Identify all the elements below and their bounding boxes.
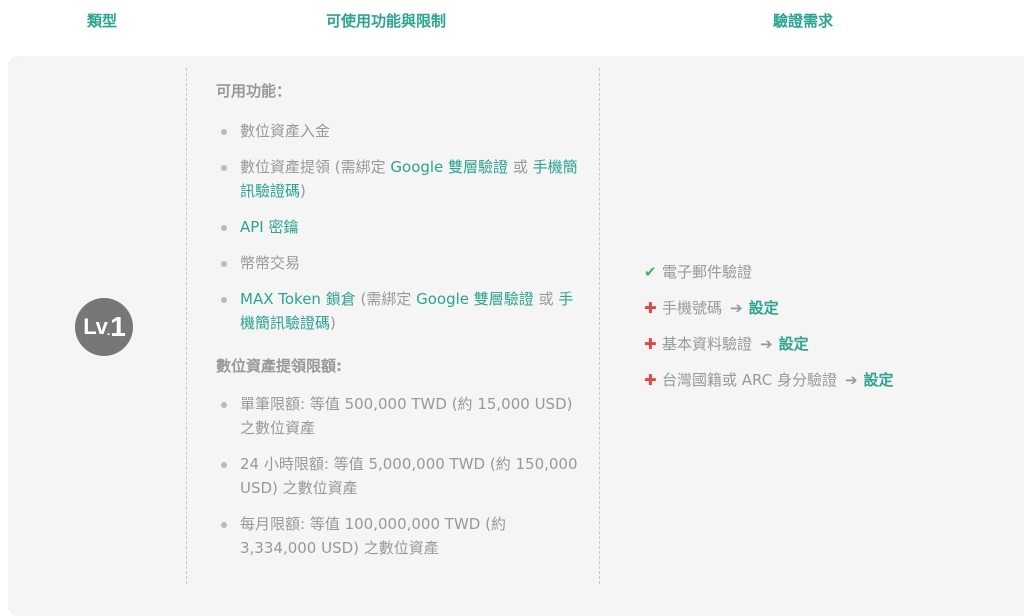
max-token-lock-link[interactable]: MAX Token 鎖倉 <box>240 290 356 308</box>
feature-lock: MAX Token 鎖倉 (需綁定 Google 雙層驗證 或 手機簡訊驗證碼) <box>216 287 586 335</box>
lock-pre: (需綁定 <box>355 290 417 308</box>
features-title: 可用功能： <box>216 82 292 100</box>
feature-trade-text: 幣幣交易 <box>240 254 301 272</box>
req-profile-label: 基本資料驗證 <box>662 335 753 353</box>
withdraw-mid: 或 <box>508 158 533 176</box>
limits-list: 單筆限額: 等值 500,000 TWD (約 15,000 USD) 之數位資… <box>216 392 586 560</box>
features-column: 可用功能： 數位資產入金 數位資產提領 (需綁定 Google 雙層驗證 或 手… <box>216 80 586 560</box>
limits-title: 數位資產提領限額: <box>216 357 342 375</box>
set-identity-link[interactable]: 設定 <box>864 371 894 389</box>
divider-left <box>186 68 187 584</box>
lock-mid: 或 <box>533 290 559 308</box>
withdraw-post: ) <box>300 182 306 200</box>
badge-dot: . <box>106 324 111 338</box>
requirements-column: ✔ 電子郵件驗證 ✚ 手機號碼 ➔ 設定 ✚ 基本資料驗證 ➔ 設定 ✚ 台灣國籍或 ARC 身… <box>644 260 894 404</box>
limit-item: 每月限額: 等值 100,000,000 TWD (約 3,334,000 US… <box>216 512 586 560</box>
limit-item: 24 小時限額: 等值 5,000,000 TWD (約 150,000 USD… <box>216 452 586 500</box>
set-profile-link[interactable]: 設定 <box>779 335 809 353</box>
req-email: ✔ 電子郵件驗證 <box>644 260 894 284</box>
set-phone-link[interactable]: 設定 <box>749 299 779 317</box>
feature-deposit: 數位資產入金 <box>216 119 586 143</box>
header-type: 類型 <box>87 12 118 30</box>
level-badge: Lv. 1 <box>75 298 133 356</box>
feature-trade: 幣幣交易 <box>216 251 586 275</box>
arrow-right-icon: ➔ <box>844 371 858 389</box>
feature-deposit-text: 數位資產入金 <box>240 122 331 140</box>
features-list: 數位資產入金 數位資產提領 (需綁定 Google 雙層驗證 或 手機簡訊驗證碼… <box>216 119 586 335</box>
req-phone: ✚ 手機號碼 ➔ 設定 <box>644 296 894 320</box>
feature-withdraw: 數位資產提領 (需綁定 Google 雙層驗證 或 手機簡訊驗證碼) <box>216 155 586 203</box>
table-header: 類型 可使用功能與限制 驗證需求 <box>0 0 1024 56</box>
arrow-right-icon: ➔ <box>760 335 773 353</box>
req-profile: ✚ 基本資料驗證 ➔ 設定 <box>644 332 894 356</box>
badge-num: 1 <box>110 311 126 342</box>
plus-icon: ✚ <box>644 335 657 353</box>
api-key-link[interactable]: API 密鑰 <box>240 218 299 236</box>
limit-item: 單筆限額: 等值 500,000 TWD (約 15,000 USD) 之數位資… <box>216 392 586 440</box>
plus-icon: ✚ <box>644 299 657 317</box>
badge-lv: Lv <box>83 314 108 339</box>
divider-right <box>599 68 600 584</box>
req-email-label: 電子郵件驗證 <box>662 263 753 281</box>
req-phone-label: 手機號碼 <box>662 299 723 317</box>
lock-post: ) <box>330 314 336 332</box>
req-identity: ✚ 台灣國籍或 ARC 身分驗證 ➔ 設定 <box>644 368 894 392</box>
arrow-right-icon: ➔ <box>730 299 743 317</box>
req-identity-label: 台灣國籍或 ARC 身分驗證 <box>662 371 837 389</box>
header-verification: 驗證需求 <box>773 12 834 30</box>
plus-icon: ✚ <box>644 371 657 389</box>
feature-api: API 密鑰 <box>216 215 586 239</box>
withdraw-pre: 數位資產提領 (需綁定 <box>240 158 391 176</box>
google-2fa-link[interactable]: Google 雙層驗證 <box>390 158 508 176</box>
check-icon: ✔ <box>644 263 657 281</box>
lock-google-2fa-link[interactable]: Google 雙層驗證 <box>416 290 534 308</box>
header-features: 可使用功能與限制 <box>326 12 447 30</box>
